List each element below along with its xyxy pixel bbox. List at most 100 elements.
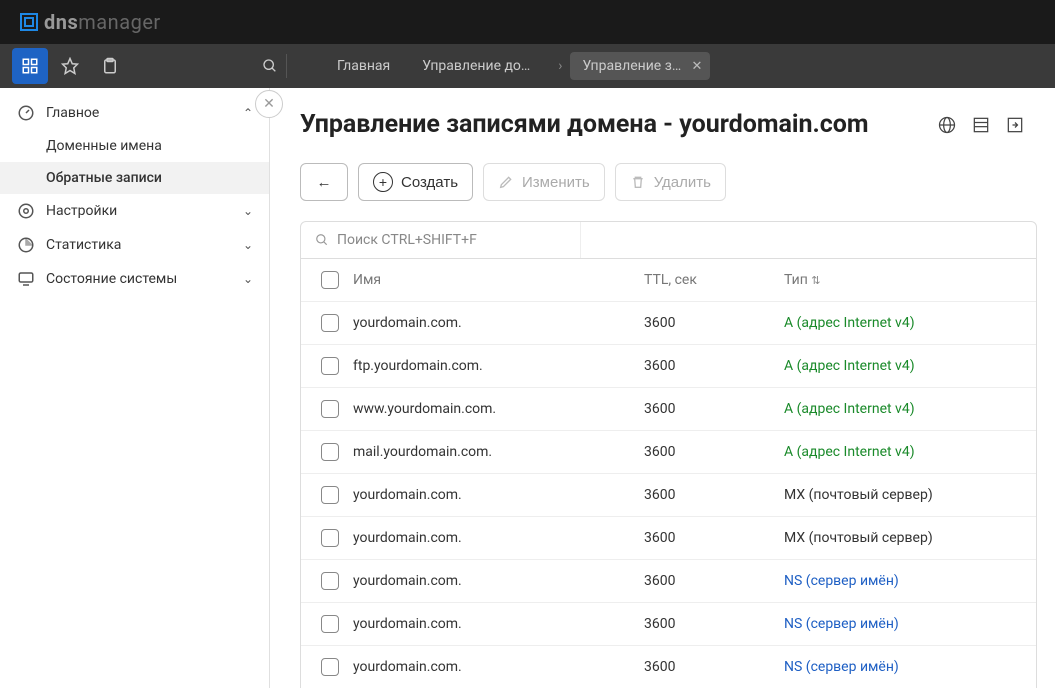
toolbar: Главная Управление дом… › Управление зап… — [0, 44, 1055, 88]
table-row[interactable]: www.yourdomain.com.3600A (адрес Internet… — [301, 388, 1036, 431]
gauge-icon — [16, 104, 36, 122]
cell-name: www.yourdomain.com. — [345, 397, 636, 421]
crumb-mid[interactable]: Управление дом… — [410, 52, 550, 80]
edit-label: Изменить — [522, 174, 590, 191]
pencil-icon — [498, 174, 514, 190]
logo-light: manager — [78, 10, 160, 34]
search-icon — [315, 233, 329, 247]
crumb-active-label: Управление запи… — [582, 58, 705, 74]
cell-name: yourdomain.com. — [345, 655, 636, 679]
main: Управление записями домена - yourdomain.… — [270, 88, 1055, 688]
row-checkbox[interactable] — [321, 529, 339, 547]
sidebar-item-label: Главное — [46, 105, 99, 121]
row-checkbox[interactable] — [321, 486, 339, 504]
monitor-icon — [16, 270, 36, 288]
search-input[interactable]: Поиск CTRL+SHIFT+F — [301, 222, 581, 258]
pie-icon — [16, 236, 36, 254]
row-checkbox[interactable] — [321, 314, 339, 332]
col-type[interactable]: Тип ⇅ — [776, 268, 1036, 292]
logo-icon — [20, 13, 38, 31]
export-icon[interactable] — [1003, 113, 1027, 137]
chevron-up-icon: ⌃ — [243, 106, 253, 120]
sidebar-sub-domains[interactable]: Доменные имена — [0, 130, 269, 162]
sidebar: ✕ Главное ⌃ Доменные имена Обратные запи… — [0, 88, 270, 688]
edit-button[interactable]: Изменить — [483, 163, 605, 201]
globe-icon[interactable] — [935, 113, 959, 137]
col-name[interactable]: Имя — [345, 268, 636, 292]
cell-ttl: 3600 — [636, 397, 776, 421]
layout: ✕ Главное ⌃ Доменные имена Обратные запи… — [0, 88, 1055, 688]
col-ttl[interactable]: TTL, сек — [636, 268, 776, 292]
chevron-right-icon: › — [558, 58, 562, 74]
table-body: yourdomain.com.3600A (адрес Internet v4)… — [301, 302, 1036, 688]
logo-bar: dnsmanager — [0, 0, 1055, 44]
create-button[interactable]: + Создать — [358, 163, 473, 201]
delete-label: Удалить — [654, 174, 711, 191]
sort-icon: ⇅ — [811, 274, 820, 287]
cell-type: NS (сервер имён) — [776, 655, 1036, 679]
cell-ttl: 3600 — [636, 655, 776, 679]
search-placeholder: Поиск CTRL+SHIFT+F — [337, 232, 477, 248]
table: Имя TTL, сек Тип ⇅ yourdomain.com.3600A … — [300, 259, 1037, 688]
row-checkbox[interactable] — [321, 615, 339, 633]
row-checkbox[interactable] — [321, 400, 339, 418]
logo-text: dnsmanager — [44, 10, 161, 34]
crumb-active[interactable]: Управление запи… ✕ — [570, 52, 710, 80]
action-row: ← + Создать Изменить Удалить — [300, 163, 1037, 201]
cell-ttl: 3600 — [636, 440, 776, 464]
table-row[interactable]: yourdomain.com.3600MX (почтовый сервер) — [301, 517, 1036, 560]
crumb-home[interactable]: Главная — [325, 52, 402, 80]
create-label: Создать — [401, 174, 458, 191]
table-row[interactable]: mail.yourdomain.com.3600A (адрес Interne… — [301, 431, 1036, 474]
table-header: Имя TTL, сек Тип ⇅ — [301, 259, 1036, 302]
cell-name: yourdomain.com. — [345, 311, 636, 335]
chevron-down-icon: ⌄ — [243, 272, 253, 286]
delete-button[interactable]: Удалить — [615, 163, 726, 201]
row-checkbox[interactable] — [321, 357, 339, 375]
table-row[interactable]: yourdomain.com.3600NS (сервер имён) — [301, 646, 1036, 688]
table-row[interactable]: yourdomain.com.3600NS (сервер имён) — [301, 603, 1036, 646]
sidebar-sub-reverse[interactable]: Обратные записи — [0, 162, 269, 194]
cell-type: A (адрес Internet v4) — [776, 311, 1036, 335]
cell-name: yourdomain.com. — [345, 569, 636, 593]
sidebar-item-label: Доменные имена — [46, 138, 162, 154]
table-row[interactable]: yourdomain.com.3600A (адрес Internet v4) — [301, 302, 1036, 345]
toolbar-apps-button[interactable] — [12, 48, 48, 84]
row-checkbox[interactable] — [321, 443, 339, 461]
search-row: Поиск CTRL+SHIFT+F — [300, 221, 1037, 259]
logo-bold: dns — [44, 10, 78, 34]
toolbar-search[interactable] — [262, 58, 278, 74]
cell-type: NS (сервер имён) — [776, 612, 1036, 636]
toolbar-star-button[interactable] — [52, 48, 88, 84]
cell-ttl: 3600 — [636, 483, 776, 507]
trash-icon — [630, 174, 646, 190]
cell-type: A (адрес Internet v4) — [776, 354, 1036, 378]
chevron-down-icon: ⌄ — [243, 238, 253, 252]
cell-ttl: 3600 — [636, 526, 776, 550]
cell-type: A (адрес Internet v4) — [776, 440, 1036, 464]
cell-name: yourdomain.com. — [345, 483, 636, 507]
list-icon[interactable] — [969, 113, 993, 137]
close-icon[interactable]: ✕ — [692, 59, 703, 74]
cell-type: A (адрес Internet v4) — [776, 397, 1036, 421]
plus-icon: + — [373, 172, 393, 192]
page-header: Управление записями домена - yourdomain.… — [300, 110, 1037, 139]
row-checkbox[interactable] — [321, 572, 339, 590]
cell-ttl: 3600 — [636, 612, 776, 636]
select-all-checkbox[interactable] — [321, 271, 339, 289]
toolbar-clipboard-button[interactable] — [92, 48, 128, 84]
table-row[interactable]: ftp.yourdomain.com.3600A (адрес Internet… — [301, 345, 1036, 388]
table-row[interactable]: yourdomain.com.3600NS (сервер имён) — [301, 560, 1036, 603]
arrow-left-icon: ← — [317, 174, 332, 191]
sidebar-item-main[interactable]: Главное ⌃ — [0, 96, 269, 130]
sidebar-item-label: Обратные записи — [46, 170, 162, 186]
sidebar-item-system[interactable]: Состояние системы ⌄ — [0, 262, 269, 296]
sidebar-item-settings[interactable]: Настройки ⌄ — [0, 194, 269, 228]
back-button[interactable]: ← — [300, 163, 348, 201]
table-row[interactable]: yourdomain.com.3600MX (почтовый сервер) — [301, 474, 1036, 517]
cell-name: ftp.yourdomain.com. — [345, 354, 636, 378]
row-checkbox[interactable] — [321, 658, 339, 676]
collapse-sidebar-button[interactable]: ✕ — [255, 90, 283, 118]
sidebar-item-stats[interactable]: Статистика ⌄ — [0, 228, 269, 262]
head-icons — [935, 113, 1027, 137]
